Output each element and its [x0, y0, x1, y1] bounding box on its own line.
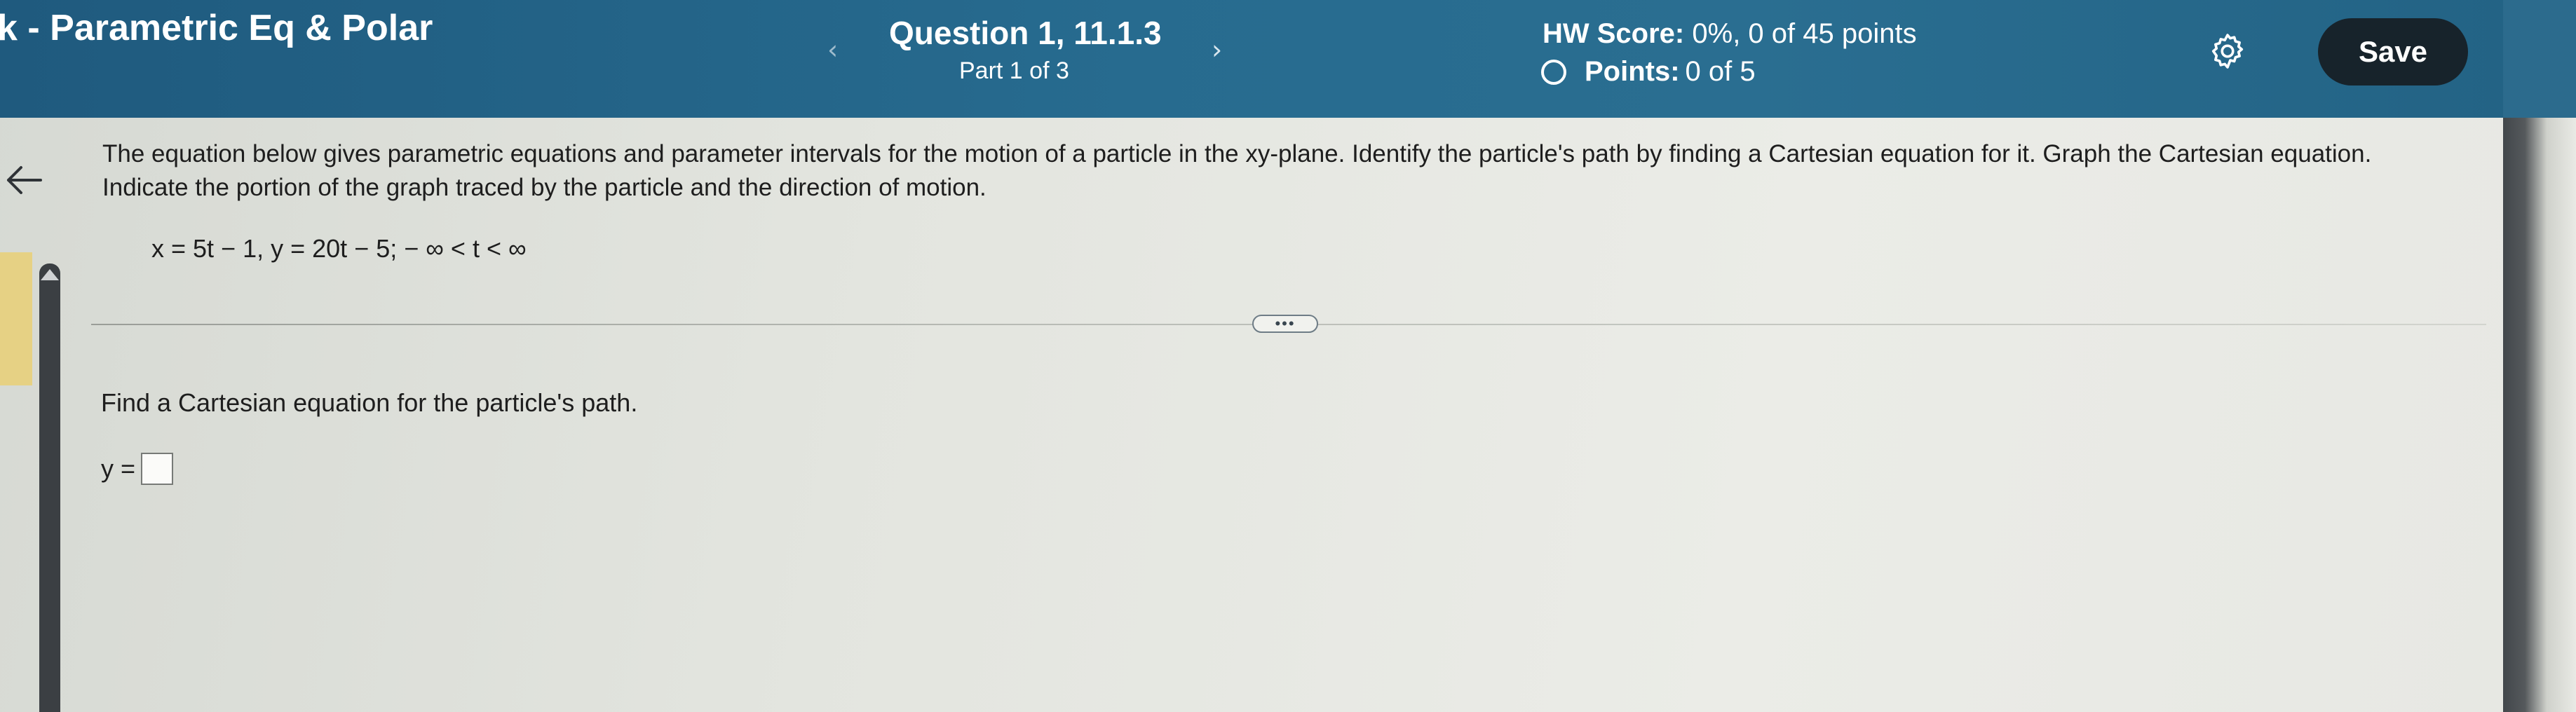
right-panel-header: [2503, 0, 2576, 118]
answer-prefix: y =: [101, 454, 136, 483]
hw-score-value: 0%, 0 of 45 points: [1692, 18, 1917, 49]
screen: k - Parametric Eq & Polar ‹ Question 1, …: [0, 0, 2503, 712]
header-bar: k - Parametric Eq & Polar ‹ Question 1, …: [0, 0, 2503, 118]
question-title: Question 1, 11.1.3: [889, 15, 1162, 51]
question-part: Part 1 of 3: [959, 57, 1069, 84]
next-question-button[interactable]: ›: [1212, 36, 1222, 63]
part-prompt: Find a Cartesian equation for the partic…: [101, 388, 638, 417]
hw-score-label: HW Score:: [1543, 18, 1685, 49]
arrow-left-icon: [7, 166, 42, 194]
parametric-equation: x = 5t − 1, y = 20t − 5; − ∞ < t < ∞: [151, 234, 527, 263]
save-button[interactable]: Save: [2318, 18, 2468, 85]
expand-question-button[interactable]: •••: [1252, 315, 1318, 333]
right-side-panel: [2503, 0, 2576, 712]
left-highlight-rail: [0, 252, 32, 385]
points-label: Points:: [1585, 56, 1680, 87]
answer-input[interactable]: [141, 453, 174, 485]
assignment-title: k - Parametric Eq & Polar: [0, 8, 433, 48]
previous-question-button[interactable]: ‹: [827, 36, 838, 63]
points-value: 0 of 5: [1685, 56, 1756, 87]
hw-score: HW Score: 0%, 0 of 45 points: [1543, 18, 1917, 50]
scroll-up-arrow-icon[interactable]: [41, 269, 59, 280]
back-button[interactable]: [3, 163, 45, 198]
scrollbar[interactable]: [39, 263, 60, 712]
answer-row: y =: [101, 453, 174, 485]
question-text: The equation below gives parametric equa…: [102, 140, 2372, 201]
chevron-right-icon: ›: [1212, 34, 1223, 65]
gear-icon: [2211, 34, 2244, 69]
chevron-left-icon: ‹: [827, 34, 839, 65]
settings-button[interactable]: [2207, 31, 2248, 71]
points: Points: 0 of 5: [1541, 56, 1756, 88]
points-status-circle-icon: [1541, 59, 1566, 85]
